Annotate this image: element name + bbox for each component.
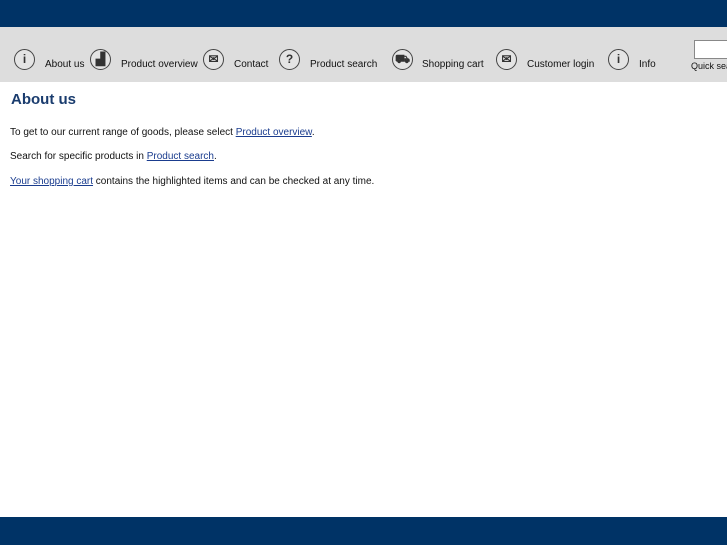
question-icon: ? xyxy=(279,49,300,70)
main-nav: i About us ▟ Product overview ✉ Contact … xyxy=(0,27,727,82)
nav-label: Info xyxy=(639,59,656,70)
text: . xyxy=(311,127,315,138)
cart-icon: ⛟ xyxy=(392,49,413,70)
text: contains the highlighted items and can b… xyxy=(93,176,375,187)
top-bar xyxy=(0,0,727,27)
info-icon: i xyxy=(14,49,35,70)
nav-label: Product search xyxy=(310,59,378,70)
text: Search for specific products in xyxy=(10,151,147,162)
nav-label: Customer login xyxy=(527,59,595,70)
quick-search-label: Quick search xyxy=(691,61,727,71)
search-paragraph: Search for specific products in Product … xyxy=(10,151,217,162)
info-icon: i xyxy=(608,49,629,70)
products-icon: ▟ xyxy=(90,49,111,70)
intro-paragraph: To get to our current range of goods, pl… xyxy=(10,127,315,138)
quick-search-input[interactable] xyxy=(694,40,727,59)
nav-label: Shopping cart xyxy=(422,59,484,70)
text: To get to our current range of goods, pl… xyxy=(10,127,236,138)
shopping-cart-link[interactable]: Your shopping cart xyxy=(10,176,93,187)
bottom-bar xyxy=(0,517,727,545)
envelope-icon: ✉ xyxy=(496,49,517,70)
nav-label: About us xyxy=(45,59,85,70)
envelope-icon: ✉ xyxy=(203,49,224,70)
product-overview-link[interactable]: Product overview xyxy=(236,127,312,138)
product-search-link[interactable]: Product search xyxy=(147,151,214,162)
text: . xyxy=(214,151,217,162)
cart-paragraph: Your shopping cart contains the highligh… xyxy=(10,176,374,187)
nav-label: Product overview xyxy=(121,59,198,70)
nav-label: Contact xyxy=(234,59,269,70)
page-title: About us xyxy=(11,91,76,108)
